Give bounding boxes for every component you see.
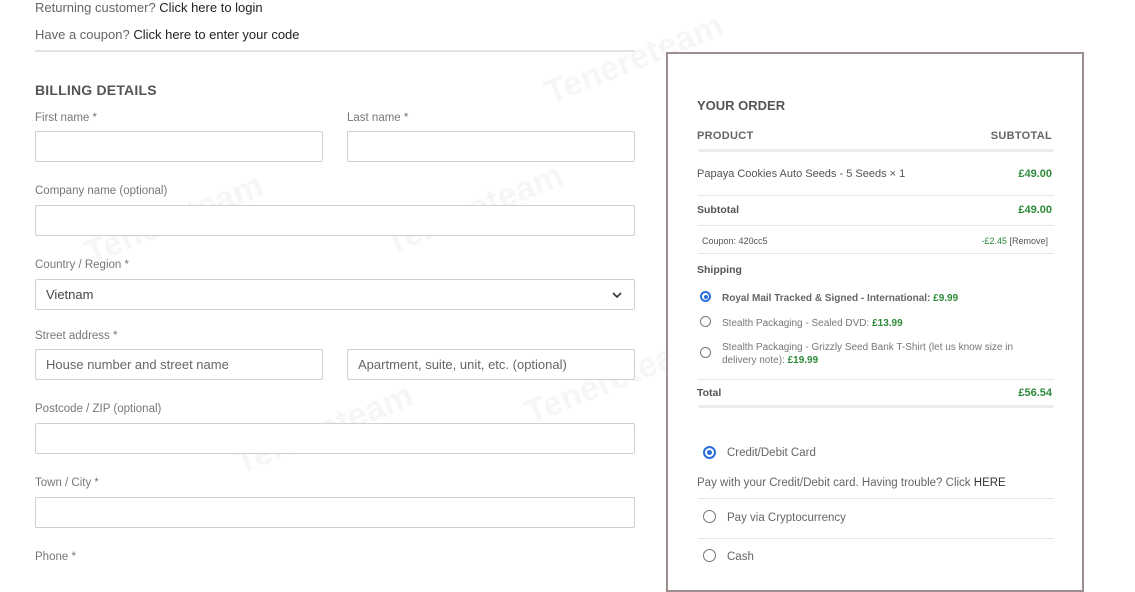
row-divider bbox=[698, 379, 1054, 380]
returning-customer-text: Returning customer? bbox=[35, 0, 156, 15]
row-divider bbox=[698, 253, 1054, 254]
order-item-name: Papaya Cookies Auto Seeds - 5 Seeds × 1 bbox=[697, 168, 906, 180]
payment-crypto-radio[interactable] bbox=[703, 510, 716, 523]
shipping-option-price: £19.99 bbox=[787, 355, 819, 366]
street-address-label: Street address * bbox=[35, 330, 118, 342]
country-label: Country / Region * bbox=[35, 259, 129, 271]
shipping-label: Shipping bbox=[697, 264, 742, 276]
last-name-label: Last name * bbox=[347, 112, 409, 124]
payment-help-link[interactable]: HERE bbox=[974, 477, 1006, 489]
city-field[interactable] bbox=[35, 497, 635, 528]
remove-coupon-link[interactable]: [Remove] bbox=[1009, 236, 1048, 246]
billing-details-title: BILLING DETAILS bbox=[35, 82, 157, 98]
payment-cash-label[interactable]: Cash bbox=[727, 551, 754, 563]
row-divider bbox=[698, 195, 1054, 196]
coupon-notice: Have a coupon? Click here to enter your … bbox=[35, 27, 300, 42]
login-link[interactable]: Click here to login bbox=[159, 0, 262, 15]
company-name-field[interactable] bbox=[35, 205, 635, 236]
postcode-label: Postcode / ZIP (optional) bbox=[35, 403, 162, 415]
shipping-option-royal-mail-radio[interactable] bbox=[700, 291, 711, 302]
first-name-field[interactable] bbox=[35, 131, 323, 162]
shipping-option-tshirt-radio[interactable] bbox=[700, 347, 711, 358]
street-address-field[interactable] bbox=[35, 349, 323, 380]
order-summary-panel: YOUR ORDER PRODUCT SUBTOTAL Papaya Cooki… bbox=[666, 52, 1084, 592]
notice-divider bbox=[35, 50, 635, 52]
subtotal-column-header: SUBTOTAL bbox=[990, 130, 1052, 142]
payment-card-label[interactable]: Credit/Debit Card bbox=[727, 447, 816, 459]
payment-card-help-text: Pay with your Credit/Debit card. Having … bbox=[697, 477, 971, 489]
city-label: Town / City * bbox=[35, 477, 99, 489]
payment-card-radio[interactable] bbox=[703, 446, 716, 459]
shipping-option-sealed-dvd-radio[interactable] bbox=[700, 316, 711, 327]
shipping-option-price: £13.99 bbox=[872, 318, 903, 329]
payment-cash-radio[interactable] bbox=[703, 549, 716, 562]
shipping-option-price: £9.99 bbox=[933, 293, 959, 304]
phone-label: Phone * bbox=[35, 551, 76, 563]
payment-divider bbox=[698, 538, 1054, 539]
enter-coupon-link[interactable]: Click here to enter your code bbox=[133, 27, 299, 42]
row-divider bbox=[698, 225, 1054, 226]
shipping-option-label: Stealth Packaging - Sealed DVD: bbox=[722, 318, 870, 329]
header-divider bbox=[698, 149, 1054, 152]
apartment-field[interactable] bbox=[347, 349, 635, 380]
order-item-price: £49.00 bbox=[1018, 168, 1052, 180]
coupon-amount: -£2.45 [Remove] bbox=[981, 236, 1048, 246]
subtotal-value: £49.00 bbox=[1018, 204, 1052, 216]
company-name-label: Company name (optional) bbox=[35, 185, 168, 197]
product-column-header: PRODUCT bbox=[697, 130, 754, 142]
payment-divider bbox=[698, 498, 1054, 499]
returning-customer-notice: Returning customer? Click here to login bbox=[35, 0, 263, 15]
first-name-label: First name * bbox=[35, 112, 97, 124]
payment-card-description: Pay with your Credit/Debit card. Having … bbox=[697, 477, 1006, 489]
subtotal-label: Subtotal bbox=[697, 204, 739, 216]
shipping-option-sealed-dvd[interactable]: Stealth Packaging - Sealed DVD: £13.99 bbox=[722, 317, 1042, 330]
coupon-label: Coupon: 420cc5 bbox=[702, 236, 768, 246]
shipping-option-label: Stealth Packaging - Grizzly Seed Bank T-… bbox=[722, 342, 1014, 366]
total-divider bbox=[698, 405, 1054, 408]
order-title: YOUR ORDER bbox=[697, 98, 786, 113]
chevron-down-icon bbox=[612, 291, 622, 298]
coupon-prompt-text: Have a coupon? bbox=[35, 27, 130, 42]
shipping-option-royal-mail[interactable]: Royal Mail Tracked & Signed - Internatio… bbox=[722, 292, 1042, 305]
total-value: £56.54 bbox=[1018, 387, 1052, 399]
country-select[interactable]: Vietnam bbox=[35, 279, 635, 310]
country-selected-value: Vietnam bbox=[46, 287, 94, 302]
postcode-field[interactable] bbox=[35, 423, 635, 454]
payment-crypto-label[interactable]: Pay via Cryptocurrency bbox=[727, 512, 846, 524]
shipping-option-tshirt[interactable]: Stealth Packaging - Grizzly Seed Bank T-… bbox=[722, 341, 1022, 367]
coupon-discount-value: -£2.45 bbox=[981, 236, 1007, 246]
last-name-field[interactable] bbox=[347, 131, 635, 162]
total-label: Total bbox=[697, 387, 722, 399]
shipping-option-label: Royal Mail Tracked & Signed - Internatio… bbox=[722, 293, 931, 304]
